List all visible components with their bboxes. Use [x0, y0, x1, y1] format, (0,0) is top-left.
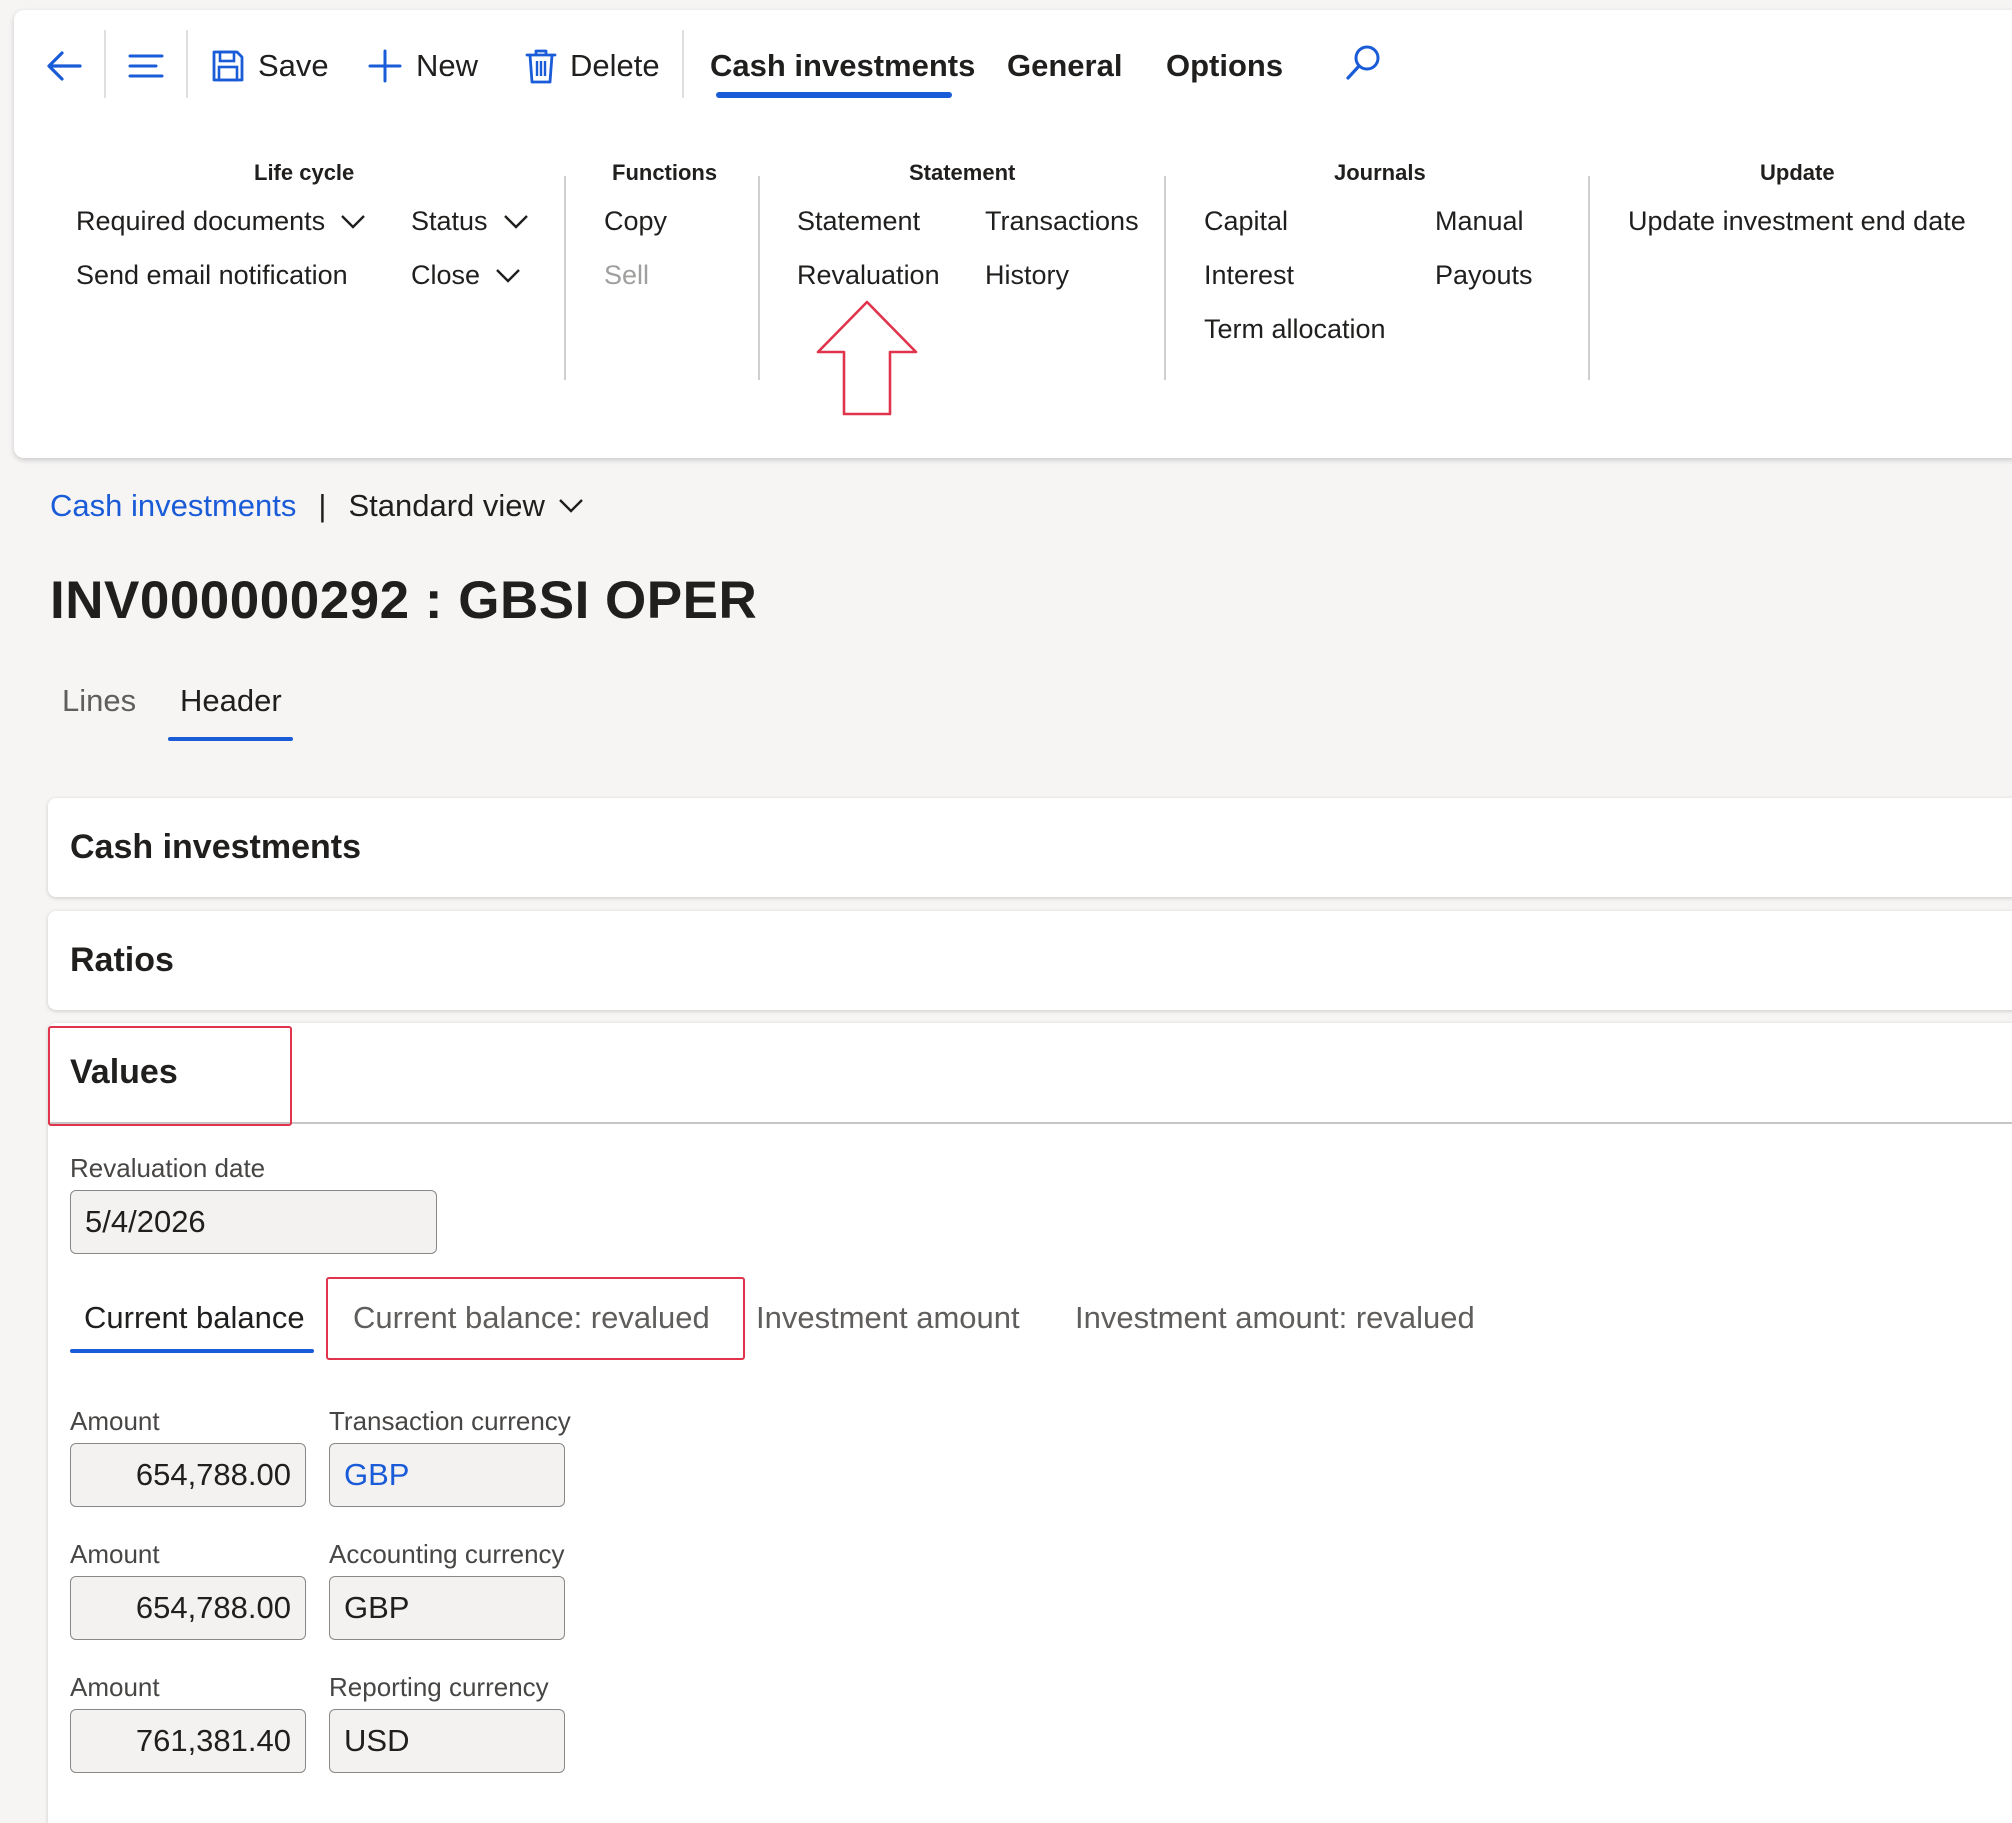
action-pane: Save New Delete Cash investments General…	[14, 10, 2012, 458]
amount-label: Amount	[70, 1672, 160, 1702]
term-allocation-button[interactable]: Term allocation	[1204, 314, 1386, 345]
back-button[interactable]	[40, 42, 88, 90]
accounting-currency-field: GBP	[329, 1576, 565, 1640]
group-divider	[758, 176, 760, 380]
toolbar-divider	[186, 30, 188, 98]
tab-header[interactable]: Header	[180, 683, 282, 719]
revaluation-button[interactable]: Revaluation	[797, 260, 940, 291]
chevron-down-icon	[503, 214, 528, 229]
toolbar-divider	[682, 30, 684, 98]
trash-icon	[525, 49, 557, 84]
revaluation-date-label: Revaluation date	[70, 1153, 266, 1183]
accounting-currency-label: Accounting currency	[329, 1539, 565, 1569]
amount-field: 654,788.00	[70, 1576, 306, 1640]
group-title-update: Update	[1760, 160, 1835, 185]
transactions-button[interactable]: Transactions	[985, 206, 1139, 237]
reporting-currency-field: USD	[329, 1709, 565, 1773]
breadcrumb: Cash investments | Standard view	[50, 488, 585, 524]
tab-current-balance[interactable]: Current balance	[84, 1300, 305, 1336]
menu-button[interactable]	[122, 42, 170, 90]
group-title-statement: Statement	[909, 160, 1016, 185]
section-ratios[interactable]: Ratios	[48, 911, 2012, 1010]
breadcrumb-link[interactable]: Cash investments	[50, 488, 296, 524]
interest-button[interactable]: Interest	[1204, 260, 1294, 291]
section-title-cash-investments[interactable]: Cash investments	[70, 828, 361, 867]
group-title-journals: Journals	[1334, 160, 1426, 185]
sell-button[interactable]: Sell	[604, 260, 649, 291]
copy-button[interactable]: Copy	[604, 206, 667, 237]
delete-label: Delete	[570, 48, 660, 83]
section-title-ratios[interactable]: Ratios	[70, 941, 174, 980]
payouts-button[interactable]: Payouts	[1435, 260, 1533, 291]
save-label: Save	[258, 48, 329, 83]
plus-icon	[368, 49, 402, 83]
annotation-box-values	[48, 1026, 292, 1126]
search-button[interactable]	[1340, 40, 1386, 86]
status-label: Status	[411, 206, 488, 236]
amount-label: Amount	[70, 1539, 160, 1569]
view-selector[interactable]: Standard view	[348, 488, 584, 524]
tab-options[interactable]: Options	[1166, 36, 1283, 96]
status-menu[interactable]: Status	[411, 206, 530, 237]
group-divider	[564, 176, 566, 380]
amount-field: 654,788.00	[70, 1443, 306, 1507]
statement-button[interactable]: Statement	[797, 206, 920, 237]
send-email-notification-button[interactable]: Send email notification	[76, 260, 348, 291]
breadcrumb-separator: |	[318, 488, 327, 523]
capital-button[interactable]: Capital	[1204, 206, 1288, 237]
new-button[interactable]: New	[366, 36, 478, 96]
group-divider	[1588, 176, 1590, 380]
save-disk-icon	[212, 50, 244, 82]
reporting-currency-label: Reporting currency	[329, 1672, 549, 1702]
transaction-currency-label: Transaction currency	[329, 1406, 571, 1436]
close-label: Close	[411, 260, 481, 290]
view-selector-label: Standard view	[348, 488, 545, 523]
page-title: INV000000292 : GBSI OPER	[50, 571, 758, 630]
required-documents-label: Required documents	[76, 206, 326, 236]
tab-investment-amount-revalued[interactable]: Investment amount: revalued	[1075, 1300, 1475, 1336]
delete-button[interactable]: Delete	[524, 36, 660, 96]
update-investment-end-date-button[interactable]: Update investment end date	[1628, 206, 1966, 237]
annotation-box-revalued-tab	[326, 1277, 745, 1360]
menu-lines-icon	[128, 54, 164, 78]
amount-label: Amount	[70, 1406, 160, 1436]
group-title-life-cycle: Life cycle	[254, 160, 355, 185]
chevron-down-icon	[559, 499, 583, 513]
transaction-currency-field[interactable]: GBP	[329, 1443, 565, 1507]
manual-button[interactable]: Manual	[1435, 206, 1524, 237]
active-tab-indicator	[716, 92, 952, 98]
new-label: New	[416, 48, 479, 83]
search-icon	[1346, 45, 1380, 80]
tab-lines[interactable]: Lines	[62, 683, 136, 719]
tab-general[interactable]: General	[1007, 36, 1122, 96]
toolbar-divider	[104, 30, 106, 98]
required-documents-menu[interactable]: Required documents	[76, 206, 367, 237]
save-button[interactable]: Save	[210, 36, 329, 96]
group-title-functions: Functions	[612, 160, 718, 185]
tab-cash-investments[interactable]: Cash investments	[710, 36, 975, 96]
back-arrow-icon	[47, 51, 82, 81]
close-menu[interactable]: Close	[411, 260, 522, 291]
amount-field: 761,381.40	[70, 1709, 306, 1773]
active-subtab-indicator	[70, 1349, 314, 1353]
group-divider	[1164, 176, 1166, 380]
section-divider	[48, 1122, 2012, 1124]
revaluation-date-field[interactable]: 5/4/2026	[70, 1190, 437, 1254]
tab-investment-amount[interactable]: Investment amount	[756, 1300, 1020, 1336]
history-button[interactable]: History	[985, 260, 1069, 291]
chevron-down-icon	[496, 268, 520, 283]
annotation-up-arrow	[816, 300, 918, 416]
active-tab-indicator	[168, 737, 293, 741]
section-cash-investments[interactable]: Cash investments	[48, 798, 2012, 897]
chevron-down-icon	[341, 214, 366, 229]
